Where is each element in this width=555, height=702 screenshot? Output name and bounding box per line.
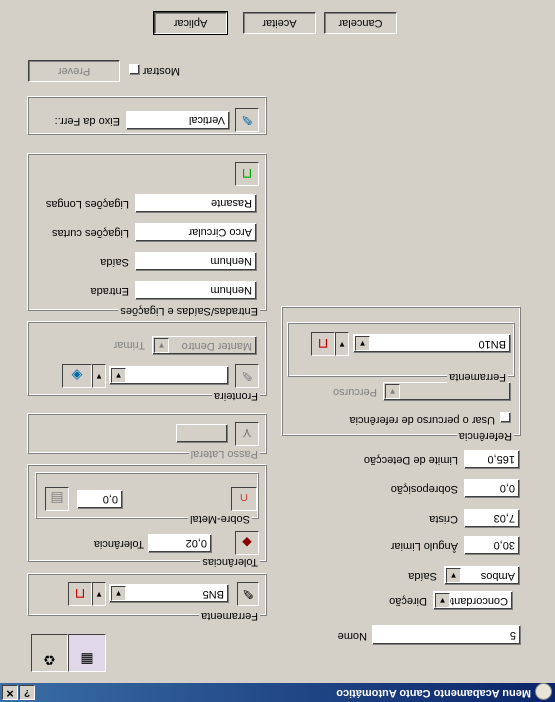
tolerancia-input[interactable]: 0,02 (148, 534, 212, 553)
percurso-label: Percurso (332, 386, 377, 398)
mostrar-label: Mostrar (142, 65, 180, 77)
entrada-field[interactable]: Nenhum (135, 281, 257, 300)
nome-input[interactable]: 5 (372, 625, 521, 645)
saida-lig-field[interactable]: Nenhum (135, 252, 257, 271)
sobreposicao-input[interactable]: 0,0 (464, 479, 520, 498)
component-thickness-icon[interactable]: ▤ (45, 487, 69, 511)
trimar-combo: Manter Dentro ▼ (152, 336, 257, 355)
fronteira-combo[interactable]: ▼ (109, 366, 229, 385)
passo-lateral-label: Passo Lateral (188, 448, 260, 460)
tool-edit-icon[interactable]: ✎ (237, 582, 259, 606)
boundary-edit-icon: ✎ (235, 364, 259, 388)
entrada-label: Entrada (90, 285, 129, 297)
tolerancia-label: Tolerância (93, 538, 144, 550)
help-button[interactable]: ? (19, 685, 35, 700)
chevron-down-icon: ▼ (385, 384, 400, 399)
usar-percurso-label: Usar o percurso de referência (349, 414, 495, 426)
title-bar: Menu Acabamento Canto Automático ? ✕ (0, 683, 555, 702)
links-icon[interactable]: ⊓ (235, 162, 259, 186)
passo-lateral-input (176, 424, 228, 443)
ferramenta-group-label: Ferramenta (199, 610, 260, 622)
direcao-label: Direção (389, 595, 427, 607)
limite-label: Limite de Detecção (363, 454, 458, 466)
recycle-icon[interactable]: ♻ (31, 634, 68, 672)
sobre-metal-input[interactable]: 0,0 (77, 490, 123, 509)
boundary-icon[interactable]: ◈ (62, 364, 92, 388)
chevron-down-icon[interactable]: ▼ (111, 368, 126, 383)
ref-ferramenta-value: BN10 (478, 338, 506, 350)
chevron-down-icon: ▼ (154, 338, 169, 353)
strategy-preview-icon[interactable]: ▦ (68, 634, 106, 672)
passo-lateral-group: Passo Lateral (28, 414, 267, 460)
sobre-metal-group-label: Sobre-Metal (188, 513, 252, 525)
eixo-field[interactable]: Vertical (126, 111, 230, 130)
window-title: Menu Acabamento Canto Automático (336, 687, 531, 699)
sobre-metal-group: Sobre-Metal (36, 473, 259, 525)
ligacoes-group-label: Entradas/Saídas e Ligações (118, 305, 260, 317)
stepover-icon: ⋎ (235, 422, 259, 446)
aplicar-button[interactable]: Aplicar (153, 11, 228, 35)
fronteira-group-label: Fronteira (211, 390, 260, 402)
fronteira-arrow-icon[interactable]: ▼ (92, 364, 106, 388)
curtas-field[interactable]: Arco Circular (135, 223, 257, 242)
ref-ferramenta-arrow-icon[interactable]: ▼ (335, 332, 349, 356)
saida-label: Saída (408, 570, 437, 582)
thickness-icon[interactable]: ∩ (231, 487, 257, 511)
ferramenta-combo[interactable]: BN5 ▼ (109, 584, 229, 603)
close-button[interactable]: ✕ (2, 685, 18, 700)
saida-combo[interactable]: Ambos ▼ (444, 566, 520, 585)
percurso-combo: ▼ (383, 382, 511, 401)
referencia-group-label: Referência (456, 430, 514, 442)
ferramenta-arrow-icon[interactable]: ▼ (92, 582, 106, 606)
tool-axis-icon[interactable]: ✎ (235, 108, 259, 132)
chevron-down-icon[interactable]: ▼ (446, 568, 461, 583)
tool-icon[interactable]: ⊓ (68, 582, 92, 606)
angulo-label: Ângulo Limiar (390, 540, 458, 552)
ref-ferramenta-label: Ferramenta (447, 371, 508, 383)
limite-input[interactable]: 165,0 (464, 450, 520, 469)
trimar-value: Manter Dentro (181, 340, 252, 352)
usar-percurso-checkbox[interactable] (500, 412, 511, 423)
trimar-label: Trimar (113, 339, 145, 351)
longas-field[interactable]: Rasante (135, 194, 257, 213)
angulo-input[interactable]: 30,0 (464, 536, 520, 555)
chevron-down-icon[interactable]: ▼ (435, 593, 450, 608)
app-icon (535, 683, 552, 700)
tolerance-icon[interactable]: ⬥ (235, 531, 259, 555)
crista-input[interactable]: 7,03 (464, 509, 520, 528)
longas-label: Ligações Longas (45, 198, 129, 210)
ferramenta-value: BN5 (202, 588, 224, 600)
cancelar-button[interactable]: Cancelar (324, 12, 397, 34)
saida-lig-label: Saída (100, 256, 129, 268)
ref-ferramenta-combo[interactable]: BN10 ▼ (353, 334, 511, 353)
direcao-value: Concordante (445, 595, 508, 607)
chevron-down-icon[interactable]: ▼ (111, 586, 126, 601)
nome-label: Nome (337, 630, 367, 642)
ref-tool-icon[interactable]: ⊓ (311, 332, 335, 356)
saida-value: Ambos (480, 570, 515, 582)
crista-label: Crista (429, 513, 458, 525)
eixo-label: Eixo da Ferr.: (54, 115, 120, 127)
tolerancias-group-label: Tolerâncias (200, 556, 260, 568)
chevron-down-icon[interactable]: ▼ (355, 336, 370, 351)
direcao-combo[interactable]: Concordante ▼ (433, 591, 513, 610)
prever-button: Prever (28, 60, 120, 82)
curtas-label: Ligações curtas (51, 227, 129, 239)
aceitar-button[interactable]: Aceitar (243, 12, 316, 34)
sobreposicao-label: Sobreposição (390, 483, 458, 495)
mostrar-checkbox[interactable] (129, 64, 140, 75)
